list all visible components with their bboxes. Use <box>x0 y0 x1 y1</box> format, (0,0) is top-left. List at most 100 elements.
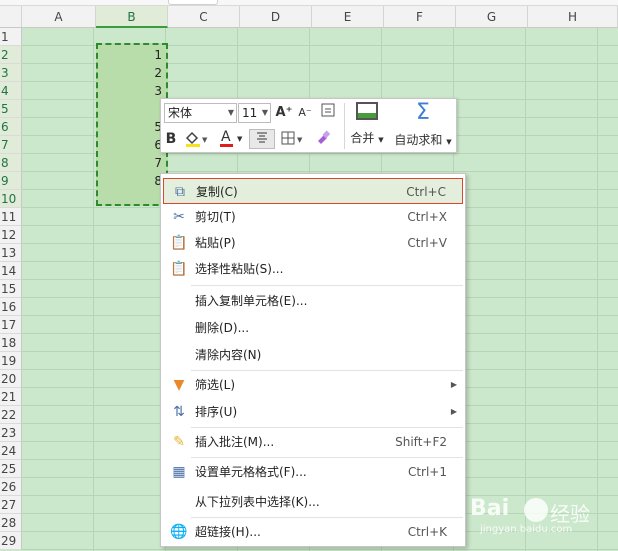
menu-item-sort[interactable]: ⇅ 排序(U) ▶ <box>163 399 463 425</box>
chevron-down-icon: ▼ <box>261 108 268 117</box>
row-header[interactable]: 6 <box>0 118 22 136</box>
row-header[interactable]: 7 <box>0 136 22 154</box>
bold-button[interactable]: B <box>163 129 179 149</box>
row-header[interactable]: 28 <box>0 514 22 532</box>
row-header[interactable]: 25 <box>0 460 22 478</box>
baidu-watermark: Bai 经验 jingyan.baidu.com <box>470 496 610 546</box>
column-header-a[interactable]: A <box>22 6 96 28</box>
submenu-arrow-icon: ▶ <box>450 407 457 416</box>
row-header[interactable]: 17 <box>0 316 22 334</box>
watermark-url: jingyan.baidu.com <box>480 524 573 535</box>
row-header[interactable]: 9 <box>0 172 22 190</box>
row-header[interactable]: 14 <box>0 262 22 280</box>
menu-item-paste-special[interactable]: 📋 选择性粘贴(S)... <box>163 256 463 282</box>
mini-toolbar: 宋体 ▼ 11 ▼ A⁺ A⁻ B ▼ A ▼ ▼ 合并 ▼ Σ 自动求和 ▼ <box>160 98 457 153</box>
format-painter-icon[interactable] <box>313 129 333 149</box>
column-header-b[interactable]: B <box>96 6 168 28</box>
menu-label: 超链接(H)... <box>195 525 261 539</box>
clipboard-icon: 📋 <box>170 235 188 251</box>
column-header-g[interactable]: G <box>456 6 528 28</box>
font-family-select[interactable]: 宋体 ▼ <box>164 103 237 123</box>
cell-b2[interactable]: 1 <box>96 46 168 64</box>
menu-item-copy[interactable]: ⧉ 复制(C) Ctrl+C <box>163 178 463 204</box>
row-header[interactable]: 29 <box>0 532 22 550</box>
paw-logo-icon <box>524 498 548 522</box>
menu-item-filter[interactable]: ▼ 筛选(L) ▶ <box>163 372 463 398</box>
menu-shortcut: Shift+F2 <box>395 435 447 449</box>
column-header-d[interactable]: D <box>240 6 312 28</box>
row-header[interactable]: 12 <box>0 226 22 244</box>
menu-label: 复制(C) <box>196 185 238 199</box>
row-header[interactable]: 8 <box>0 154 22 172</box>
row-header[interactable]: 19 <box>0 352 22 370</box>
row-header[interactable]: 26 <box>0 478 22 496</box>
cell-b3[interactable]: 2 <box>96 64 168 82</box>
watermark-brand: Bai <box>470 496 510 521</box>
comment-icon: ✎ <box>173 434 185 450</box>
watermark-brand-2: 经验 <box>550 502 590 526</box>
menu-item-format-cells[interactable]: ▦ 设置单元格格式(F)... Ctrl+1 <box>163 459 463 485</box>
row-header[interactable]: 15 <box>0 280 22 298</box>
merge-button[interactable]: 合并 ▼ <box>347 102 387 146</box>
cell-b8[interactable]: 7 <box>96 154 168 172</box>
menu-item-insert-copied-cells[interactable]: 插入复制单元格(E)... <box>163 288 463 314</box>
menu-label: 设置单元格格式(F)... <box>195 465 307 479</box>
cell-b4[interactable]: 3 <box>96 82 168 100</box>
menu-item-insert-comment[interactable]: ✎ 插入批注(M)... Shift+F2 <box>163 429 463 455</box>
menu-separator <box>191 427 463 428</box>
row-header[interactable]: 2 <box>0 46 22 64</box>
row-header[interactable]: 27 <box>0 496 22 514</box>
row-header[interactable]: 23 <box>0 424 22 442</box>
autosum-button[interactable]: Σ 自动求和 ▼ <box>391 102 455 148</box>
menu-label: 从下拉列表中选择(K)... <box>195 495 320 509</box>
menu-label: 剪切(T) <box>195 210 236 224</box>
menu-item-cut[interactable]: ✂ 剪切(T) Ctrl+X <box>163 204 463 230</box>
select-all-corner[interactable] <box>0 6 22 28</box>
menu-shortcut: Ctrl+1 <box>407 465 447 479</box>
increase-font-button[interactable]: A⁺ <box>275 103 293 123</box>
row-header[interactable]: 21 <box>0 388 22 406</box>
row-header[interactable]: 5 <box>0 100 22 118</box>
menu-item-delete[interactable]: 删除(D)... <box>163 315 463 341</box>
paste-special-icon: 📋 <box>170 261 188 277</box>
menu-label: 排序(U) <box>195 405 238 419</box>
fill-color-button[interactable]: ▼ <box>183 129 209 149</box>
cell-b9[interactable]: 8 <box>96 172 168 190</box>
menu-item-hyperlink[interactable]: 🌐 超链接(H)... Ctrl+K <box>163 519 463 545</box>
cell-b5[interactable] <box>96 100 168 118</box>
clear-format-icon[interactable] <box>319 103 337 123</box>
decrease-font-button[interactable]: A⁻ <box>296 103 314 123</box>
font-size-value: 11 <box>242 106 258 120</box>
row-header[interactable]: 20 <box>0 370 22 388</box>
column-header-f[interactable]: F <box>384 6 456 28</box>
menu-label: 粘贴(P) <box>195 236 236 250</box>
row-header[interactable]: 10 <box>0 190 22 208</box>
row-header[interactable]: 3 <box>0 64 22 82</box>
font-size-select[interactable]: 11 ▼ <box>238 103 271 123</box>
menu-item-paste[interactable]: 📋 粘贴(P) Ctrl+V <box>163 230 463 256</box>
row-header[interactable]: 22 <box>0 406 22 424</box>
row-header[interactable]: 18 <box>0 334 22 352</box>
row-header[interactable]: 16 <box>0 298 22 316</box>
column-header-c[interactable]: C <box>168 6 240 28</box>
column-header-e[interactable]: E <box>312 6 384 28</box>
menu-separator <box>191 457 463 458</box>
align-center-button[interactable] <box>249 129 275 149</box>
cell-b6[interactable]: 5 <box>96 118 168 136</box>
globe-link-icon: 🌐 <box>170 524 188 540</box>
menu-item-pick-from-list[interactable]: 从下拉列表中选择(K)... <box>163 489 463 515</box>
menu-item-clear-contents[interactable]: 清除内容(N) <box>163 342 463 368</box>
borders-button[interactable]: ▼ <box>279 129 307 149</box>
row-header[interactable]: 13 <box>0 244 22 262</box>
row-header[interactable]: 24 <box>0 442 22 460</box>
font-color-button[interactable]: A ▼ <box>217 129 245 149</box>
format-cells-icon: ▦ <box>172 464 186 480</box>
row-header[interactable]: 4 <box>0 82 22 100</box>
cell-b10[interactable] <box>96 190 168 208</box>
cell-b7[interactable]: 6 <box>96 136 168 154</box>
row-header[interactable]: 11 <box>0 208 22 226</box>
sheet-tab-partial[interactable] <box>168 0 218 5</box>
column-header-h[interactable]: H <box>528 6 618 28</box>
row-header[interactable]: 1 <box>0 28 22 46</box>
merge-label: 合并 <box>350 131 375 145</box>
